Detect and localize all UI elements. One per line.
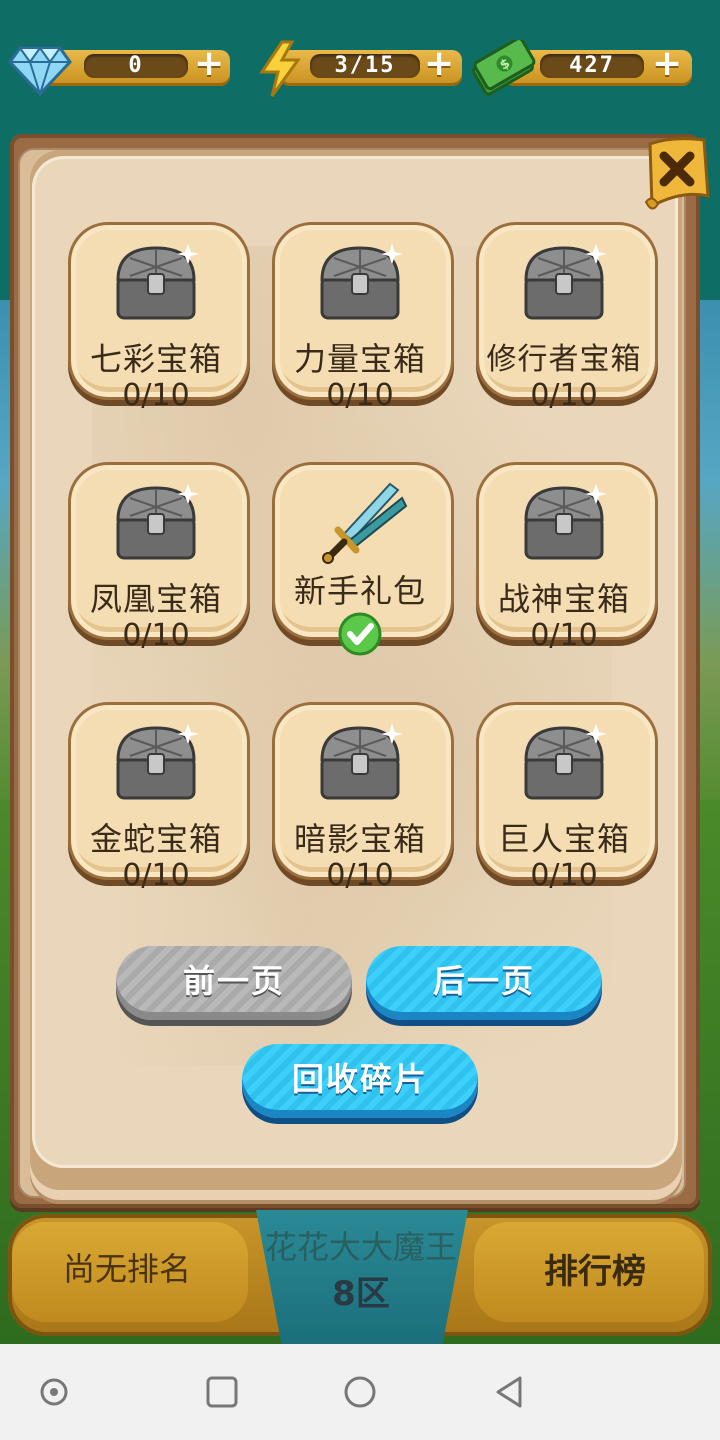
- starter-pack-card[interactable]: 新手礼包: [272, 462, 454, 656]
- chest-progress: 0/10: [326, 378, 394, 413]
- prev-page-button[interactable]: 前一页: [116, 946, 352, 1020]
- chest-icon: [524, 244, 607, 320]
- chest-icon: [320, 724, 403, 800]
- chest-card[interactable]: 七彩宝箱 0/10: [68, 222, 250, 413]
- close-button[interactable]: [642, 134, 712, 218]
- rank-status: 尚无排名: [62, 1250, 191, 1288]
- chest-icon: [116, 724, 199, 800]
- starter-pack-name: 新手礼包: [293, 572, 426, 610]
- energy-count: 3/15: [310, 54, 420, 78]
- add-diamonds-button[interactable]: +: [194, 46, 224, 82]
- lightning-icon: [259, 40, 301, 97]
- chest-icon: [116, 244, 199, 320]
- chest-name: 巨人宝箱: [497, 820, 630, 858]
- chest-progress: 0/10: [530, 618, 598, 653]
- recycle-fragments-button[interactable]: 回收碎片: [242, 1044, 478, 1118]
- server-zone: 8区: [332, 1274, 390, 1314]
- chest-card[interactable]: 巨人宝箱 0/10: [476, 702, 658, 893]
- leaderboard-button[interactable]: 排行榜: [490, 1244, 700, 1293]
- chest-progress: 0/10: [530, 858, 598, 893]
- chest-card[interactable]: 凤凰宝箱 0/10: [68, 462, 250, 653]
- chest-name: 七彩宝箱: [89, 340, 222, 378]
- diamond-icon: [8, 46, 72, 96]
- chest-card[interactable]: 战神宝箱 0/10: [476, 462, 658, 653]
- chest-card[interactable]: 力量宝箱 0/10: [272, 222, 454, 413]
- next-page-button[interactable]: 后一页: [366, 946, 602, 1020]
- chest-name: 修行者宝箱: [486, 342, 642, 377]
- currency-energy: 3/15 +: [258, 40, 462, 97]
- home-icon[interactable]: [334, 1366, 386, 1418]
- diamond-count: 0: [84, 54, 188, 78]
- sword-icon: [322, 482, 408, 564]
- chest-name: 凤凰宝箱: [89, 580, 222, 618]
- recent-apps-icon[interactable]: [196, 1366, 248, 1418]
- back-icon[interactable]: [484, 1366, 536, 1418]
- chest-progress: 0/10: [122, 618, 190, 653]
- chest-name: 战神宝箱: [497, 580, 630, 618]
- chest-card[interactable]: 暗影宝箱 0/10: [272, 702, 454, 893]
- chest-card[interactable]: 修行者宝箱 0/10: [476, 222, 658, 413]
- cash-count: 427: [540, 54, 644, 78]
- chest-progress: 0/10: [530, 378, 598, 413]
- chest-progress: 0/10: [326, 858, 394, 893]
- assistant-icon[interactable]: [28, 1366, 80, 1418]
- chest-name: 暗影宝箱: [293, 820, 426, 858]
- chest-icon: [320, 244, 403, 320]
- chest-progress: 0/10: [122, 378, 190, 413]
- chest-card[interactable]: 金蛇宝箱 0/10: [68, 702, 250, 893]
- chest-icon: [524, 484, 607, 560]
- currency-diamonds: 0 +: [8, 46, 230, 96]
- chest-name: 力量宝箱: [293, 340, 426, 378]
- chest-icon: [524, 724, 607, 800]
- checkmark-icon: [338, 612, 382, 656]
- add-energy-button[interactable]: +: [424, 46, 454, 82]
- player-name: 花花大大魔王: [264, 1228, 457, 1266]
- cash-icon: $: [472, 40, 536, 96]
- chest-icon: [116, 484, 199, 560]
- currency-cash: 427 + $: [470, 40, 692, 96]
- add-cash-button[interactable]: +: [652, 46, 682, 82]
- chest-name: 金蛇宝箱: [89, 820, 222, 858]
- chest-progress: 0/10: [122, 858, 190, 893]
- system-nav-bar: [0, 1344, 720, 1440]
